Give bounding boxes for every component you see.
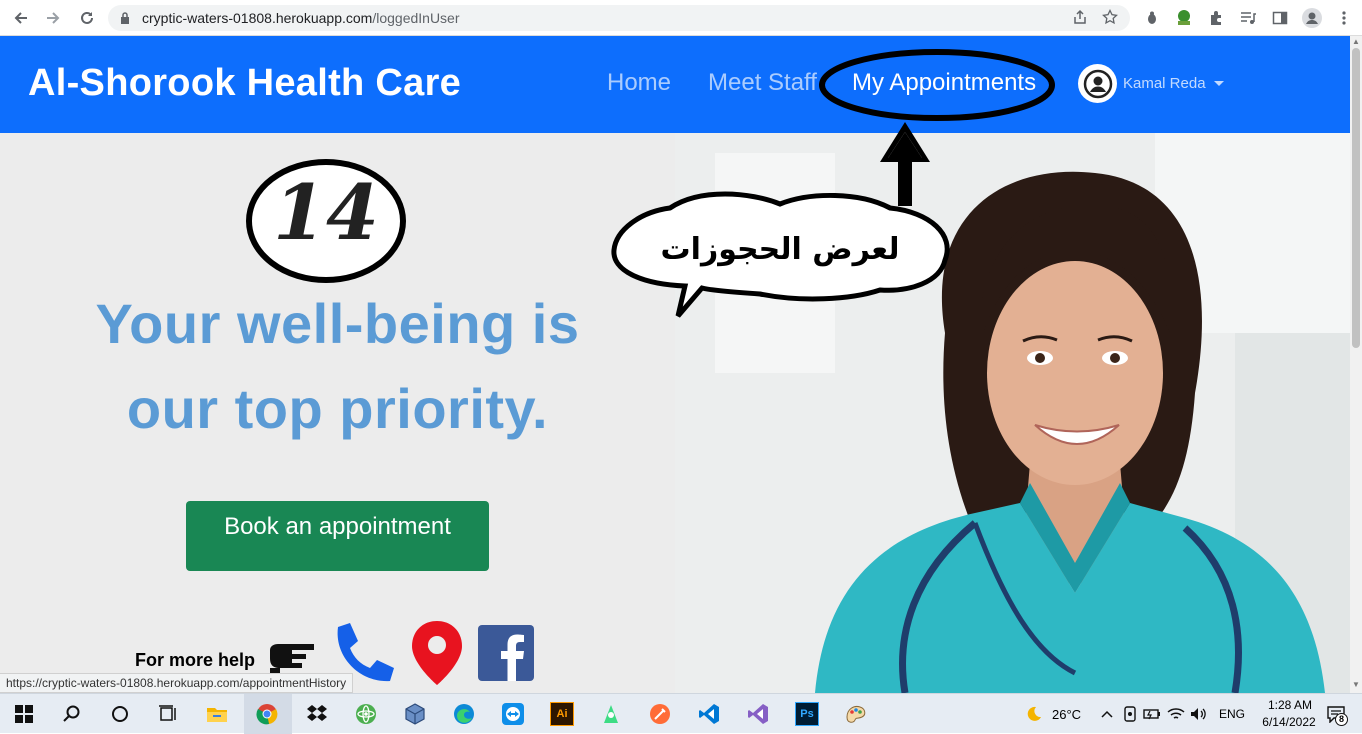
- wifi-icon[interactable]: [1164, 702, 1188, 726]
- brand-title[interactable]: Al-Shorook Health Care: [28, 62, 461, 105]
- side-panel-icon[interactable]: [1268, 6, 1292, 30]
- menu-kebab-icon[interactable]: [1332, 6, 1356, 30]
- file-explorer-icon[interactable]: [205, 702, 229, 726]
- page-scrollbar[interactable]: ▲ ▼: [1350, 36, 1362, 693]
- visual-studio-icon[interactable]: [746, 702, 770, 726]
- weather-temperature[interactable]: 26°C: [1052, 707, 1081, 722]
- scroll-up-icon[interactable]: ▲: [1352, 38, 1360, 46]
- profile-icon[interactable]: [1300, 6, 1324, 30]
- android-studio-icon[interactable]: [599, 702, 623, 726]
- book-appointment-button[interactable]: Book an appointment: [186, 501, 489, 571]
- dropbox-icon[interactable]: [305, 702, 329, 726]
- nurse-photo: [675, 133, 1350, 693]
- scroll-down-icon[interactable]: ▼: [1352, 681, 1360, 689]
- search-icon[interactable]: [60, 702, 84, 726]
- location-pin-icon[interactable]: [410, 619, 464, 692]
- teamviewer-icon[interactable]: [501, 702, 525, 726]
- site-navbar: Al-Shorook Health Care Home Meet Staff M…: [0, 36, 1350, 133]
- browser-toolbar: cryptic-waters-01808.herokuapp.com/logge…: [0, 0, 1362, 36]
- bug-extension-icon[interactable]: [1140, 6, 1164, 30]
- user-avatar-icon: [1078, 64, 1117, 103]
- moon-weather-icon[interactable]: [1022, 702, 1046, 726]
- address-bar[interactable]: cryptic-waters-01808.herokuapp.com/logge…: [108, 5, 1130, 31]
- media-control-icon[interactable]: [1236, 6, 1260, 30]
- hero-section: Your well-being is our top priority. Boo…: [0, 133, 1350, 693]
- photoshop-icon[interactable]: Ps: [795, 702, 819, 726]
- volume-icon[interactable]: [1187, 702, 1211, 726]
- atom-icon[interactable]: [354, 702, 378, 726]
- user-dropdown[interactable]: Kamal Reda: [1078, 64, 1224, 103]
- illustrator-icon[interactable]: Ai: [550, 702, 574, 726]
- status-link-url: https://cryptic-waters-01808.herokuapp.c…: [0, 673, 354, 693]
- vscode-icon[interactable]: [697, 702, 721, 726]
- cortana-icon[interactable]: [108, 702, 132, 726]
- headline-line-1: Your well-being is: [95, 292, 580, 355]
- back-arrow-icon[interactable]: [6, 3, 36, 33]
- tree-extension-icon[interactable]: [1172, 6, 1196, 30]
- notification-count-badge: 8: [1335, 713, 1348, 726]
- paint-icon[interactable]: [844, 702, 868, 726]
- edge-icon[interactable]: [452, 702, 476, 726]
- url-text: cryptic-waters-01808.herokuapp.com/logge…: [142, 10, 460, 26]
- windows-taskbar: Ai Ps 26°C ENG 1:28 AM 6/14/2022 8: [0, 693, 1362, 734]
- battery-icon[interactable]: [1140, 702, 1164, 726]
- facebook-icon[interactable]: [478, 625, 534, 686]
- tray-app-icon[interactable]: [1118, 702, 1142, 726]
- windows-start-icon[interactable]: [12, 702, 36, 726]
- reload-icon[interactable]: [72, 3, 102, 33]
- nav-link-my-appointments[interactable]: My Appointments: [852, 69, 1036, 97]
- puzzle-extensions-icon[interactable]: [1204, 6, 1228, 30]
- help-text: For more help: [135, 650, 256, 670]
- nav-link-meet-staff[interactable]: Meet Staff: [708, 69, 817, 97]
- share-icon[interactable]: [1072, 9, 1088, 29]
- forward-arrow-icon[interactable]: [38, 3, 68, 33]
- clock-time[interactable]: 1:28 AM: [1259, 698, 1321, 712]
- task-view-icon[interactable]: [156, 702, 180, 726]
- virtualbox-icon[interactable]: [403, 702, 427, 726]
- headline-line-2: our top priority.: [126, 377, 549, 440]
- nav-link-home[interactable]: Home: [607, 69, 671, 97]
- chevron-down-icon: [1213, 81, 1224, 86]
- chrome-icon[interactable]: [255, 702, 279, 726]
- language-indicator[interactable]: ENG: [1219, 707, 1245, 721]
- lock-icon: [121, 12, 129, 24]
- bookmark-star-icon[interactable]: [1102, 8, 1118, 29]
- chevron-up-icon[interactable]: [1095, 702, 1119, 726]
- user-name: Kamal Reda: [1123, 75, 1206, 92]
- clock-date[interactable]: 6/14/2022: [1255, 715, 1323, 729]
- scroll-thumb[interactable]: [1352, 48, 1360, 348]
- postman-icon[interactable]: [648, 702, 672, 726]
